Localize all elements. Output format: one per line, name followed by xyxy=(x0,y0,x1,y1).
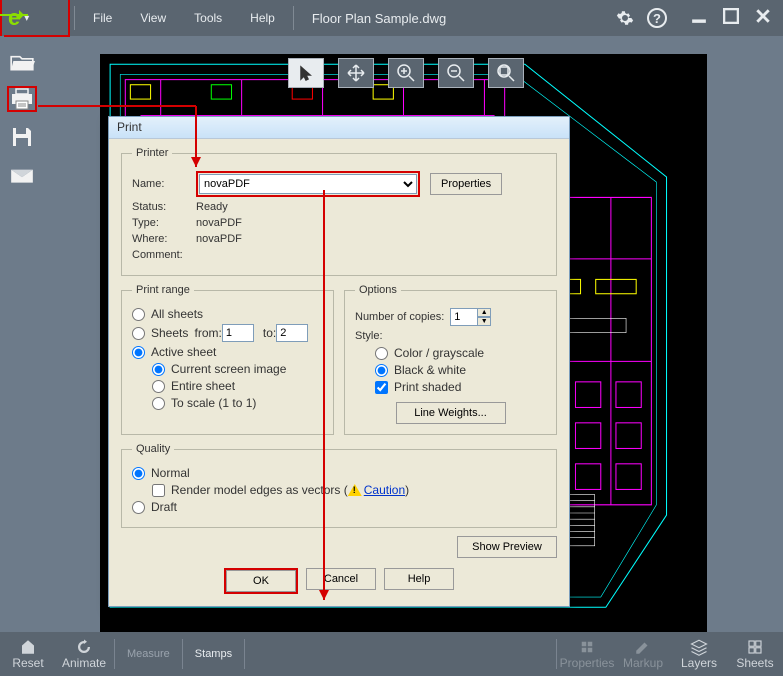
select-tool[interactable] xyxy=(288,58,324,88)
bottom-toolbar: Reset Animate Measure Stamps Properties … xyxy=(0,632,783,676)
minimize-button[interactable] xyxy=(689,8,709,29)
menu-tools[interactable]: Tools xyxy=(180,0,236,36)
app-logo[interactable]: e ▾ xyxy=(0,0,70,36)
style-bw-radio[interactable]: Black & white xyxy=(375,363,546,377)
menu-file[interactable]: File xyxy=(79,0,126,36)
line-weights-button[interactable]: Line Weights... xyxy=(396,402,506,424)
range-current-radio[interactable]: Current screen image xyxy=(152,362,323,376)
print-shaded-check[interactable]: Print shaded xyxy=(375,380,546,394)
printer-legend: Printer xyxy=(132,147,172,159)
help-icon[interactable]: ? xyxy=(647,8,667,28)
caution-link[interactable]: Caution xyxy=(364,483,405,497)
reset-button[interactable]: Reset xyxy=(0,632,56,676)
options-group: Options Number of copies: ▲▼ Style: Colo… xyxy=(344,284,557,435)
show-preview-button[interactable]: Show Preview xyxy=(457,536,557,558)
render-vectors-check[interactable]: Render model edges as vectors ( Caution … xyxy=(152,483,546,497)
sheets-to-input[interactable] xyxy=(276,324,308,342)
help-button[interactable]: Help xyxy=(384,568,454,590)
caution-icon xyxy=(348,484,362,496)
open-file-icon[interactable] xyxy=(7,48,37,74)
printer-group: Printer Name: novaPDF Properties Status:… xyxy=(121,147,557,276)
properties-panel-button[interactable]: Properties xyxy=(559,632,615,676)
print-dialog: Print Printer Name: novaPDF Properties S… xyxy=(108,116,570,607)
measure-tab[interactable]: Measure xyxy=(117,643,180,665)
pan-tool[interactable] xyxy=(338,58,374,88)
zoom-out-tool[interactable] xyxy=(438,58,474,88)
logo-letter: e xyxy=(8,5,20,31)
type-value: novaPDF xyxy=(196,217,242,229)
printer-select[interactable]: novaPDF xyxy=(199,174,417,194)
zoom-fit-tool[interactable] xyxy=(488,58,524,88)
quality-normal-radio[interactable]: Normal xyxy=(132,466,546,480)
close-button[interactable] xyxy=(753,8,773,29)
print-range-group: Print range All sheets Sheets from: to: … xyxy=(121,284,334,435)
where-label: Where: xyxy=(132,233,196,245)
style-color-radio[interactable]: Color / grayscale xyxy=(375,346,546,360)
animate-button[interactable]: Animate xyxy=(56,632,112,676)
document-title: Floor Plan Sample.dwg xyxy=(298,11,460,26)
canvas-toolbar xyxy=(282,54,530,92)
stamps-tab[interactable]: Stamps xyxy=(185,643,242,665)
range-entire-radio[interactable]: Entire sheet xyxy=(152,379,323,393)
zoom-in-tool[interactable] xyxy=(388,58,424,88)
status-value: Ready xyxy=(196,201,228,213)
range-toscale-radio[interactable]: To scale (1 to 1) xyxy=(152,396,323,410)
left-toolbar xyxy=(0,36,44,640)
mail-icon[interactable] xyxy=(7,162,37,188)
sheets-panel-button[interactable]: Sheets xyxy=(727,632,783,676)
range-active-radio[interactable]: Active sheet xyxy=(132,345,323,359)
settings-icon[interactable] xyxy=(615,8,635,28)
options-legend: Options xyxy=(355,284,401,296)
status-label: Status: xyxy=(132,201,196,213)
markup-panel-button[interactable]: Markup xyxy=(615,632,671,676)
quality-legend: Quality xyxy=(132,443,174,455)
printer-name-label: Name: xyxy=(132,178,196,190)
menu-view[interactable]: View xyxy=(126,0,180,36)
comment-label: Comment: xyxy=(132,249,196,261)
cancel-button[interactable]: Cancel xyxy=(306,568,376,590)
style-label: Style: xyxy=(355,330,546,342)
save-icon[interactable] xyxy=(7,124,37,150)
copies-input[interactable] xyxy=(450,308,478,326)
maximize-button[interactable] xyxy=(721,8,741,29)
print-icon[interactable] xyxy=(7,86,37,112)
range-sheets-radio[interactable]: Sheets from: to: xyxy=(132,324,323,342)
dialog-title: Print xyxy=(109,117,569,139)
menu-help[interactable]: Help xyxy=(236,0,289,36)
range-all-radio[interactable]: All sheets xyxy=(132,307,323,321)
layers-panel-button[interactable]: Layers xyxy=(671,632,727,676)
quality-draft-radio[interactable]: Draft xyxy=(132,500,546,514)
copies-spinner[interactable]: ▲▼ xyxy=(477,308,491,326)
range-legend: Print range xyxy=(132,284,194,296)
ok-button[interactable]: OK xyxy=(226,570,296,592)
quality-group: Quality Normal Render model edges as vec… xyxy=(121,443,557,528)
sheets-from-input[interactable] xyxy=(222,324,254,342)
printer-properties-button[interactable]: Properties xyxy=(430,173,502,195)
where-value: novaPDF xyxy=(196,233,242,245)
menu-bar: e ▾ File View Tools Help Floor Plan Samp… xyxy=(0,0,783,36)
type-label: Type: xyxy=(132,217,196,229)
copies-label: Number of copies: xyxy=(355,311,444,323)
